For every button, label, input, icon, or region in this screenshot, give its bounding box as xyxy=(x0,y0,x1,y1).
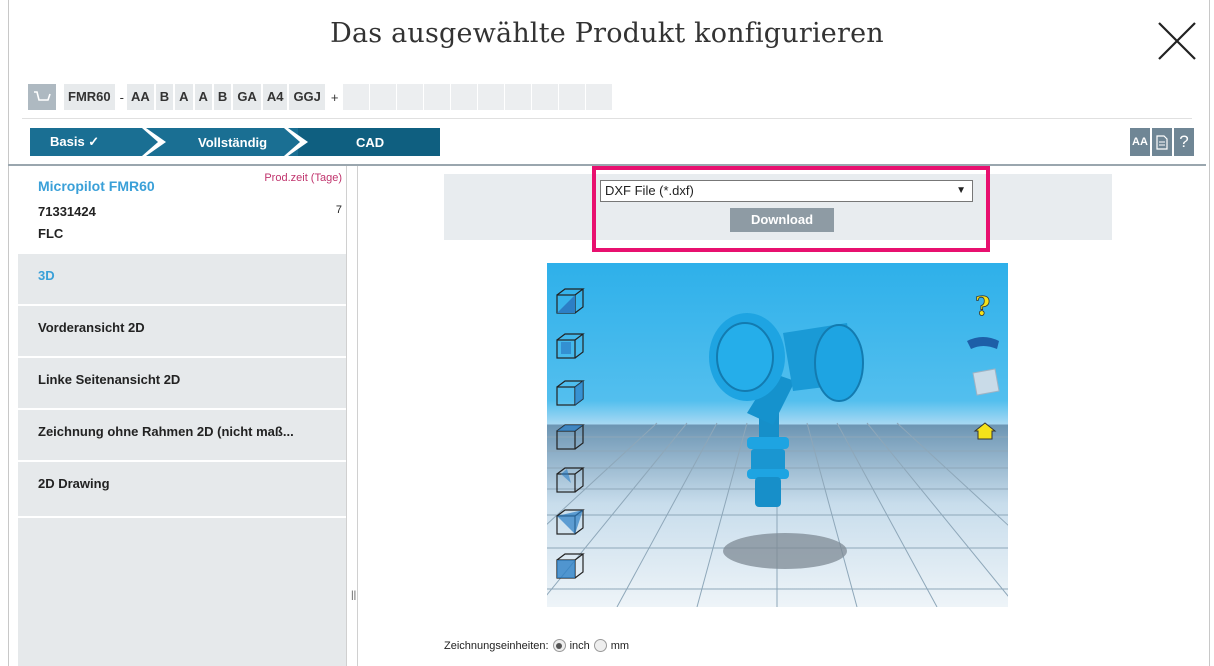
model-shadow xyxy=(723,533,847,569)
order-code-segment: GA xyxy=(233,84,261,110)
download-button[interactable]: Download xyxy=(730,208,834,232)
order-code-empty-slot xyxy=(531,84,558,110)
product-summary: Micropilot FMR60 Prod.zeit (Tage) 713314… xyxy=(18,166,346,254)
order-code-segment: AA xyxy=(126,84,154,110)
units-mm-label: mm xyxy=(610,639,630,652)
viewer-help-icon[interactable]: ? xyxy=(975,292,991,323)
splitter-grip: || xyxy=(351,590,357,601)
order-code-segment: A xyxy=(194,84,212,110)
order-code-empty-slot xyxy=(396,84,423,110)
view-front-icon xyxy=(556,333,585,359)
view-iso-icon xyxy=(556,288,585,314)
product-name[interactable]: Micropilot FMR60 xyxy=(38,178,155,194)
transparency-icon[interactable] xyxy=(972,368,1000,396)
cart-icon[interactable] xyxy=(28,84,56,110)
order-code-segment: A4 xyxy=(262,84,288,110)
help-button[interactable]: ? xyxy=(1174,128,1194,156)
menu-item-front-view[interactable]: Vorderansicht 2D xyxy=(18,306,346,358)
font-size-button[interactable]: AA xyxy=(1130,128,1150,156)
order-code-segment: A xyxy=(175,84,193,110)
order-code-empty-slot xyxy=(558,84,585,110)
file-format-select[interactable]: DXF File (*.dxf) ▼ xyxy=(600,180,973,202)
order-code-main: FMR60 xyxy=(64,84,115,110)
production-days: 7 xyxy=(335,204,342,216)
home-icon[interactable] xyxy=(973,422,997,440)
view-right-icon xyxy=(556,467,585,493)
order-code-segment: B xyxy=(155,84,174,110)
step-cad[interactable]: CAD xyxy=(298,128,440,156)
menu-item-drawing-no-frame[interactable]: Zeichnung ohne Rahmen 2D (nicht maß... xyxy=(18,410,346,462)
menu-item-left-view[interactable]: Linke Seitenansicht 2D xyxy=(18,358,346,410)
order-code-empty-slot xyxy=(342,84,369,110)
step-label: Vollständig xyxy=(198,134,268,150)
order-code-segment: B xyxy=(213,84,232,110)
view-bottom-icon xyxy=(556,509,585,535)
dialog-title: Das ausgewählte Produkt konfigurieren xyxy=(330,18,884,49)
sidebar: Micropilot FMR60 Prod.zeit (Tage) 713314… xyxy=(18,166,346,666)
order-code-plus: + xyxy=(330,89,339,105)
panel-splitter[interactable]: || xyxy=(346,166,358,666)
dropdown-arrow-icon: ▼ xyxy=(956,185,966,196)
3d-viewer[interactable]: ? xyxy=(547,263,1008,607)
drawing-units: Zeichnungseinheiten: inch mm xyxy=(444,639,629,652)
units-mm-radio[interactable] xyxy=(593,639,607,652)
document-icon[interactable] xyxy=(1152,128,1172,156)
order-code-empty-slot xyxy=(450,84,477,110)
step-label: CAD xyxy=(356,134,385,150)
order-code-empty-slot xyxy=(369,84,396,110)
units-inch-label: inch xyxy=(569,639,590,652)
divider xyxy=(22,118,1192,119)
step-vollstaendig[interactable]: Vollständig xyxy=(156,128,308,156)
file-format-value: DXF File (*.dxf) xyxy=(605,183,694,198)
order-code-empty-slot xyxy=(504,84,531,110)
menu-item-2d-drawing[interactable]: 2D Drawing xyxy=(18,462,346,518)
order-code-empty-slot xyxy=(477,84,504,110)
order-code-empty-slot xyxy=(423,84,450,110)
units-inch-radio[interactable] xyxy=(552,639,566,652)
order-code-segment: GGJ xyxy=(289,84,325,110)
product-number: 71331424 xyxy=(38,204,96,219)
rotate-icon[interactable] xyxy=(967,337,999,349)
close-icon[interactable] xyxy=(1154,18,1200,64)
production-time-label: Prod.zeit (Tage) xyxy=(264,172,342,184)
order-code-empty-slot xyxy=(585,84,612,110)
units-label: Zeichnungseinheiten: xyxy=(444,639,549,652)
step-basis[interactable]: Basis ✓ xyxy=(30,128,166,156)
product-code: FLC xyxy=(38,226,64,241)
view-back-icon xyxy=(556,553,585,579)
chevron-right-icon xyxy=(136,128,166,156)
step-label: Basis ✓ xyxy=(50,134,100,149)
order-code-separator: - xyxy=(119,89,124,105)
wizard-steps: Basis ✓ Vollständig CAD xyxy=(30,128,440,156)
view-left-icon xyxy=(556,380,585,406)
chevron-right-icon xyxy=(278,128,308,156)
view-cube-icons[interactable] xyxy=(556,288,585,579)
order-code-row: FMR60 - AA B A A B GA A4 GGJ + xyxy=(28,84,613,110)
menu-item-3d[interactable]: 3D xyxy=(18,254,346,306)
toolbar-right: AA ? xyxy=(1130,128,1194,156)
